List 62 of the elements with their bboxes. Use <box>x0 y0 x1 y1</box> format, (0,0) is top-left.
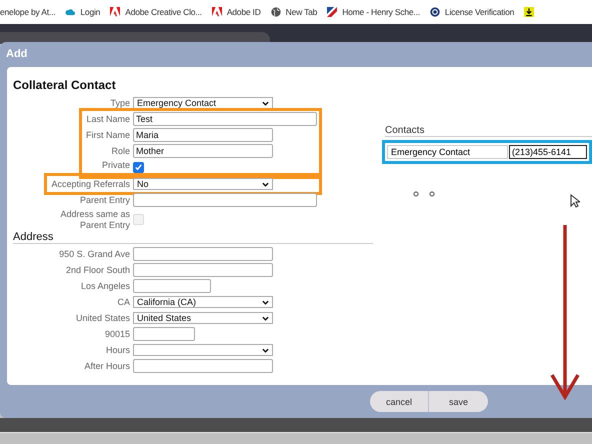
bookmark-link[interactable]: License Verification <box>430 7 514 17</box>
dialog-title: Add <box>5 47 28 62</box>
text-field[interactable] <box>133 327 195 341</box>
field-label: Hours <box>104 344 130 357</box>
field-label: Private <box>100 159 130 172</box>
contact-row[interactable]: Emergency Contact (213)455-6141 <box>382 140 592 164</box>
text-field[interactable] <box>133 279 211 293</box>
chevron-down-icon <box>262 100 269 106</box>
bookmark-link[interactable]: Login <box>65 7 100 17</box>
field-label: Address same as Parent Entry <box>59 208 130 231</box>
seal-icon <box>430 7 440 17</box>
letter-a-logo-icon <box>110 7 120 17</box>
text-field[interactable] <box>133 247 273 261</box>
chevron-down-icon <box>262 300 269 304</box>
text-field[interactable]: Mother <box>133 144 273 158</box>
section-heading: Address <box>13 231 373 244</box>
contact-phone: (213)455-6141 <box>509 145 587 159</box>
field-label: Last Name <box>86 113 130 126</box>
dialog-button[interactable]: save <box>429 391 488 412</box>
field-label: 90015 <box>104 328 130 341</box>
bookmark-link[interactable] <box>524 7 534 17</box>
contact-type: Emergency Contact <box>387 145 508 159</box>
field-label: After Hours <box>83 360 130 373</box>
flag-logo-icon <box>327 7 338 17</box>
bookmark-link[interactable]: enelope by At... <box>0 7 56 17</box>
checkbox[interactable] <box>133 162 144 173</box>
bookmark-link[interactable]: Adobe ID <box>212 7 261 17</box>
text-field[interactable]: Test <box>133 112 317 126</box>
field-label: Role <box>110 145 130 158</box>
loading-dots-icon <box>413 191 435 197</box>
field-label: First Name <box>86 129 130 142</box>
download-icon <box>524 7 534 17</box>
form-heading: Collateral Contact <box>13 78 117 92</box>
dropdown-field[interactable]: United States <box>133 312 273 324</box>
text-field[interactable]: Maria <box>133 128 273 142</box>
bookmark-link[interactable]: Adobe Creative Clo... <box>110 7 202 17</box>
dialog-button[interactable]: cancel <box>370 391 429 412</box>
field-label: Accepting Referrals <box>51 178 130 191</box>
section-heading: Contacts <box>385 125 592 137</box>
text-field[interactable] <box>133 359 273 373</box>
chevron-down-icon <box>262 348 269 352</box>
cloud-icon <box>65 7 76 17</box>
field-label: 950 S. Grand Ave <box>59 248 130 261</box>
field-label: Los Angeles <box>80 280 130 293</box>
chevron-down-icon <box>262 316 269 320</box>
dropdown-field[interactable]: California (CA) <box>133 296 273 308</box>
field-label: 2nd Floor South <box>64 264 130 277</box>
field-label: CA <box>116 296 130 309</box>
field-label: Parent Entry <box>78 194 130 207</box>
globe-icon <box>270 7 281 17</box>
letter-a-logo-icon <box>212 7 222 17</box>
chevron-down-icon <box>262 182 269 186</box>
text-field[interactable] <box>133 193 317 207</box>
bookmark-link[interactable]: New Tab <box>270 7 318 17</box>
dropdown-field[interactable]: Emergency Contact <box>133 97 273 109</box>
dropdown-field[interactable]: No <box>133 178 273 190</box>
mouse-cursor-icon <box>570 194 580 208</box>
text-field[interactable] <box>133 263 273 277</box>
field-label: United States <box>74 312 130 325</box>
bookmark-link[interactable]: Home - Henry Sche... <box>327 7 420 17</box>
field-label: Type <box>110 97 130 110</box>
dropdown-field[interactable] <box>133 344 273 356</box>
